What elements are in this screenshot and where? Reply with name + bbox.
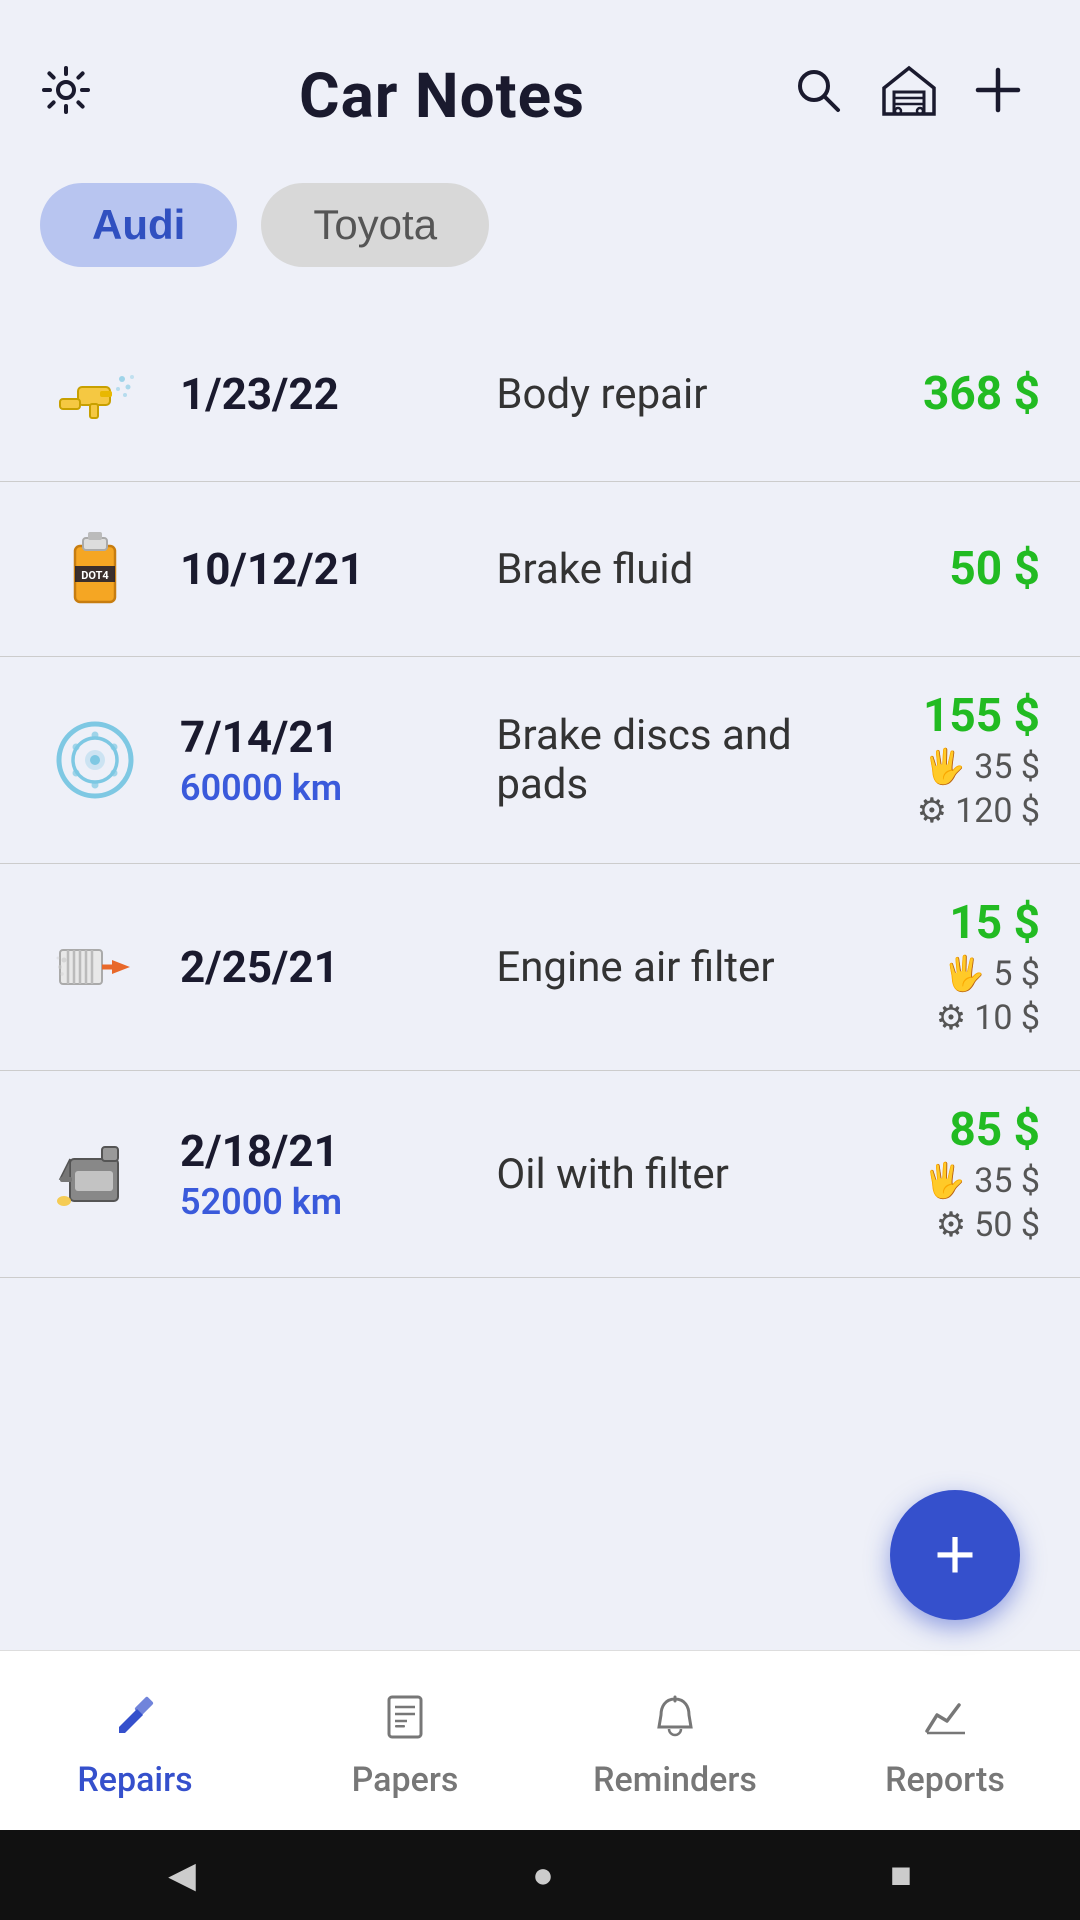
repair-total: 155 $ bbox=[840, 689, 1040, 743]
repair-icon-disc bbox=[40, 705, 150, 815]
repair-date: 2/18/21 bbox=[180, 1125, 466, 1177]
repair-info: 2/25/21 bbox=[150, 941, 466, 993]
repair-icon-filter bbox=[40, 912, 150, 1022]
repair-total: 368 $ bbox=[840, 367, 1040, 421]
android-back[interactable]: ◀ bbox=[168, 1854, 196, 1896]
repair-description: Brake fluid bbox=[466, 545, 840, 594]
repair-icon-oil bbox=[40, 1119, 150, 1229]
parts-icon: ⚙ bbox=[936, 998, 966, 1038]
labor-icon: 🖐 bbox=[943, 954, 985, 994]
labor-icon: 🖐 bbox=[924, 747, 966, 787]
garage-icon[interactable] bbox=[880, 64, 938, 129]
tab-audi[interactable]: Audi bbox=[40, 183, 237, 267]
repair-description: Engine air filter bbox=[466, 943, 840, 992]
parts-icon: ⚙ bbox=[917, 791, 947, 831]
reminders-icon bbox=[649, 1691, 701, 1752]
page-title: Car Notes bbox=[110, 60, 774, 133]
repair-icon-spray bbox=[40, 339, 150, 449]
repair-cost: 368 $ bbox=[840, 367, 1040, 421]
bottom-nav: Repairs Papers Reminders bbox=[0, 1650, 1080, 1830]
settings-icon[interactable] bbox=[40, 64, 92, 129]
repair-item[interactable]: 7/14/21 60000 km Brake discs and pads 15… bbox=[0, 657, 1080, 864]
search-icon[interactable] bbox=[792, 64, 844, 129]
add-icon[interactable] bbox=[974, 66, 1022, 127]
repair-parts: ⚙ 120 $ bbox=[840, 791, 1040, 831]
nav-papers[interactable]: Papers bbox=[270, 1681, 540, 1800]
repair-total: 15 $ bbox=[840, 896, 1040, 950]
reports-icon bbox=[919, 1691, 971, 1752]
car-tabs: Audi Toyota bbox=[0, 163, 1080, 297]
nav-papers-label: Papers bbox=[352, 1760, 459, 1800]
parts-icon: ⚙ bbox=[936, 1205, 966, 1245]
repair-date: 2/25/21 bbox=[180, 941, 466, 993]
repair-info: 10/12/21 bbox=[150, 543, 466, 595]
repair-cost: 155 $ 🖐 35 $ ⚙ 120 $ bbox=[840, 689, 1040, 831]
repair-labor: 🖐 35 $ bbox=[840, 747, 1040, 787]
repair-list: 1/23/22 Body repair 368 $ DOT4 10/12/21 … bbox=[0, 297, 1080, 1478]
repair-description: Body repair bbox=[466, 370, 840, 419]
header-actions bbox=[774, 64, 1040, 129]
repair-date: 10/12/21 bbox=[180, 543, 466, 595]
nav-reports-label: Reports bbox=[885, 1760, 1005, 1800]
repair-item[interactable]: 2/25/21 Engine air filter 15 $ 🖐 5 $ ⚙ 1… bbox=[0, 864, 1080, 1071]
repairs-icon bbox=[109, 1691, 161, 1752]
repair-description: Brake discs and pads bbox=[466, 711, 840, 809]
nav-reminders[interactable]: Reminders bbox=[540, 1681, 810, 1800]
repair-cost: 50 $ bbox=[840, 542, 1040, 596]
nav-repairs-label: Repairs bbox=[77, 1760, 192, 1800]
repair-parts: ⚙ 10 $ bbox=[840, 998, 1040, 1038]
repair-date: 7/14/21 bbox=[180, 711, 466, 763]
nav-repairs[interactable]: Repairs bbox=[0, 1681, 270, 1800]
nav-reports[interactable]: Reports bbox=[810, 1681, 1080, 1800]
nav-reminders-label: Reminders bbox=[593, 1760, 757, 1800]
repair-cost: 15 $ 🖐 5 $ ⚙ 10 $ bbox=[840, 896, 1040, 1038]
repair-item[interactable]: 1/23/22 Body repair 368 $ bbox=[0, 307, 1080, 482]
repair-date: 1/23/22 bbox=[180, 368, 466, 420]
repair-km: 60000 km bbox=[180, 767, 466, 809]
svg-text:DOT4: DOT4 bbox=[81, 569, 109, 582]
android-recent[interactable]: ■ bbox=[890, 1854, 912, 1896]
repair-description: Oil with filter bbox=[466, 1150, 840, 1199]
repair-total: 50 $ bbox=[840, 542, 1040, 596]
repair-total: 85 $ bbox=[840, 1103, 1040, 1157]
repair-info: 7/14/21 60000 km bbox=[150, 711, 466, 809]
tab-toyota[interactable]: Toyota bbox=[261, 183, 489, 267]
android-bar: ◀ ● ■ bbox=[0, 1830, 1080, 1920]
labor-icon: 🖐 bbox=[924, 1161, 966, 1201]
add-repair-button[interactable]: + bbox=[890, 1490, 1020, 1620]
repair-labor: 🖐 35 $ bbox=[840, 1161, 1040, 1201]
repair-parts: ⚙ 50 $ bbox=[840, 1205, 1040, 1245]
repair-info: 2/18/21 52000 km bbox=[150, 1125, 466, 1223]
repair-item[interactable]: DOT4 10/12/21 Brake fluid 50 $ bbox=[0, 482, 1080, 657]
android-home[interactable]: ● bbox=[532, 1854, 554, 1896]
papers-icon bbox=[379, 1691, 431, 1752]
repair-km: 52000 km bbox=[180, 1181, 466, 1223]
repair-cost: 85 $ 🖐 35 $ ⚙ 50 $ bbox=[840, 1103, 1040, 1245]
repair-item[interactable]: 2/18/21 52000 km Oil with filter 85 $ 🖐 … bbox=[0, 1071, 1080, 1278]
repair-icon-fluid: DOT4 bbox=[40, 514, 150, 624]
repair-labor: 🖐 5 $ bbox=[840, 954, 1040, 994]
repair-info: 1/23/22 bbox=[150, 368, 466, 420]
header: Car Notes bbox=[0, 0, 1080, 163]
